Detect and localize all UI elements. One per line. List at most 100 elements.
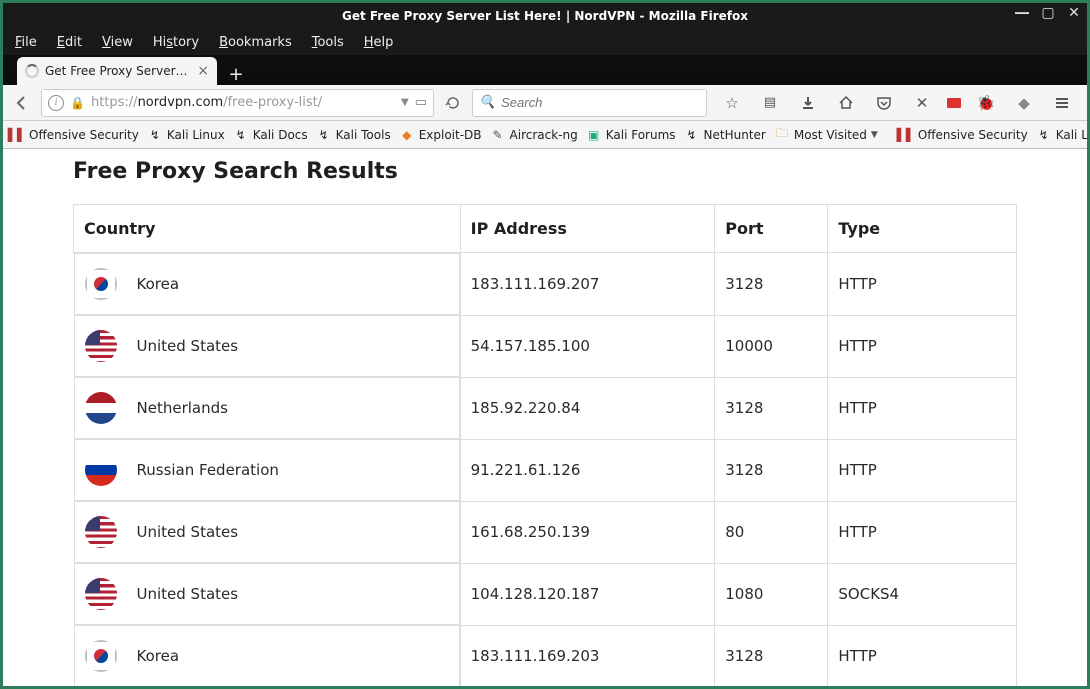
menu-file[interactable]: File [15,35,37,50]
flag-icon [85,516,117,548]
noscript-icon[interactable]: ✕ [909,90,935,116]
lock-icon: 🔒 [70,96,85,110]
page-scrollarea[interactable]: Free Proxy Search Results CountryIP Addr… [3,149,1087,686]
bookmark-label: Exploit-DB [419,128,482,142]
bookmark-label: NetHunter [704,128,766,142]
page-heading: Free Proxy Search Results [73,159,1017,184]
port-cell: 3128 [715,439,828,501]
url-text: https://nordvpn.com/free-proxy-list/ [91,95,395,110]
bookmark-item[interactable]: 🗀Most Visited▼ [774,127,878,143]
bookmark-item[interactable]: ▌▌Offensive Security [898,127,1028,143]
country-name: Russian Federation [137,461,279,479]
site-info-icon[interactable]: i [48,95,64,111]
column-header: Port [715,205,828,253]
bookmark-label: Aircrack-ng [510,128,578,142]
ip-cell: 91.221.61.126 [460,439,715,501]
country-cell: United States [74,501,460,563]
table-row: United States54.157.185.10010000HTTP [74,315,1017,377]
table-row: United States104.128.120.1871080SOCKS4 [74,563,1017,625]
library-icon[interactable]: ▤ [757,90,783,116]
bookmark-label: Kali Forums [606,128,676,142]
url-dropdown-icon[interactable]: ▼ [401,97,409,108]
page-viewport: Free Proxy Search Results CountryIP Addr… [3,149,1087,686]
window-title: Get Free Proxy Server List Here! | NordV… [3,9,1087,23]
port-cell: 3128 [715,625,828,686]
bookmark-label: Kali Linux [167,128,225,142]
navigation-toolbar: i 🔒 https://nordvpn.com/free-proxy-list/… [3,85,1087,121]
ip-cell: 54.157.185.100 [460,315,715,377]
menu-history[interactable]: History [153,35,199,50]
menu-bookmarks[interactable]: Bookmarks [219,35,292,50]
tab-label: Get Free Proxy Server List … [45,64,191,78]
type-cell: HTTP [828,315,1017,377]
search-bar[interactable]: 🔍 [472,89,707,117]
menu-edit[interactable]: Edit [57,35,82,50]
chevron-down-icon: ▼ [871,130,878,140]
column-header: Type [828,205,1017,253]
flag-icon [85,640,117,672]
window-close-button[interactable]: ✕ [1067,6,1081,20]
extension-flag-icon[interactable] [947,98,961,108]
search-icon: 🔍 [479,95,495,110]
bookmark-label: Kali Docs [253,128,308,142]
country-cell: Korea [74,625,460,686]
menu-view[interactable]: View [102,35,133,50]
tab-close-button[interactable]: × [197,63,209,79]
downloads-icon[interactable] [795,90,821,116]
bookmark-item[interactable]: ▣Kali Forums [586,127,676,143]
bookmark-item[interactable]: ↯Kali Docs [233,127,308,143]
column-header: Country [74,205,461,253]
reader-mode-icon[interactable]: ▭ [415,95,427,110]
ip-cell: 183.111.169.207 [460,253,715,316]
new-tab-button[interactable]: + [223,63,249,85]
tab-strip: Get Free Proxy Server List … × + [3,55,1087,85]
type-cell: HTTP [828,377,1017,439]
hamburger-menu-button[interactable] [1049,90,1075,116]
bookmark-item[interactable]: ◆Exploit-DB [399,127,482,143]
country-name: Korea [137,647,180,665]
reload-button[interactable] [440,90,466,116]
window-minimize-button[interactable]: ― [1015,6,1029,20]
bookmark-label: Kali Tools [336,128,391,142]
bookmark-item[interactable]: ▌▌Offensive Security [9,127,139,143]
flag-icon [85,454,117,486]
menu-tools[interactable]: Tools [312,35,344,50]
bookmark-star-icon[interactable]: ☆ [719,90,745,116]
port-cell: 3128 [715,377,828,439]
column-header: IP Address [460,205,715,253]
menu-help[interactable]: Help [364,35,394,50]
url-bar[interactable]: i 🔒 https://nordvpn.com/free-proxy-list/… [41,89,434,117]
extension-bug-icon[interactable]: ◆ [1011,90,1037,116]
table-row: Korea 183.111.169.2033128HTTP [74,625,1017,686]
country-cell: United States [74,315,460,377]
pocket-icon[interactable] [871,90,897,116]
port-cell: 80 [715,501,828,563]
menubar: File Edit View History Bookmarks Tools H… [3,29,1087,55]
ip-cell: 183.111.169.203 [460,625,715,686]
window-maximize-button[interactable]: ▢ [1041,6,1055,20]
search-input[interactable] [501,95,700,110]
back-button[interactable] [9,90,35,116]
country-cell: Korea [74,253,460,315]
bookmark-item[interactable]: ↯Kali Tools [316,127,391,143]
country-name: United States [137,337,239,355]
table-row: Russian Federation91.221.61.1263128HTTP [74,439,1017,501]
country-name: United States [137,585,239,603]
extension-misc-icon[interactable]: 🐞 [973,90,999,116]
type-cell: HTTP [828,253,1017,316]
type-cell: SOCKS4 [828,563,1017,625]
bookmarks-toolbar: ▌▌Offensive Security ↯Kali Linux ↯Kali Doc… [3,121,1087,149]
country-cell: Russian Federation [74,439,460,501]
bookmark-item[interactable]: ↯NetHunter [684,127,766,143]
home-icon[interactable] [833,90,859,116]
country-name: United States [137,523,239,541]
type-cell: HTTP [828,625,1017,686]
bookmark-item[interactable]: ↯Kali Linux [1036,127,1087,143]
tab-active[interactable]: Get Free Proxy Server List … × [17,57,217,85]
window-titlebar: Get Free Proxy Server List Here! | NordV… [3,3,1087,29]
table-row: Netherlands185.92.220.843128HTTP [74,377,1017,439]
bookmark-item[interactable]: ✎Aircrack-ng [490,127,578,143]
bookmark-item[interactable]: ↯Kali Linux [147,127,225,143]
ip-cell: 104.128.120.187 [460,563,715,625]
bookmark-label: Offensive Security [918,128,1028,142]
